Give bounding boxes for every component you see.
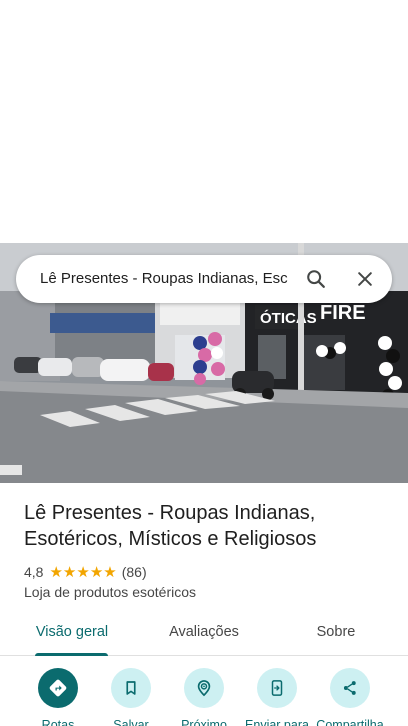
- star-icon: ★: [103, 563, 117, 581]
- save-label: Salvar: [113, 718, 149, 726]
- sign-fire: FIRE: [320, 302, 366, 324]
- place-category: Loja de produtos esotéricos: [24, 584, 196, 600]
- save-circle: [111, 668, 151, 708]
- rating-stars: ★ ★ ★ ★ ★: [49, 565, 116, 580]
- bookmark-icon: [126, 681, 136, 695]
- star-icon: ★: [76, 563, 90, 581]
- search-icon: [307, 270, 325, 288]
- action-buttons-row: Rotas Salvar Próximo Enviar para Compart…: [0, 668, 408, 726]
- nearby-label: Próximo: [181, 718, 227, 726]
- rating-value: 4,8: [24, 564, 44, 580]
- search-button[interactable]: [300, 263, 332, 295]
- send-to-phone-icon: [271, 680, 283, 696]
- tab-bar: Visão geral Avaliações Sobre: [0, 612, 408, 656]
- star-icon: ★: [62, 563, 77, 581]
- close-button[interactable]: [349, 263, 381, 295]
- send-to-phone-button[interactable]: Enviar para: [239, 668, 315, 726]
- star-icon: ★: [49, 563, 63, 581]
- directions-button[interactable]: Rotas: [20, 668, 96, 726]
- directions-icon: [49, 679, 67, 697]
- nearby-icon: [197, 680, 211, 697]
- tab-overview-label: Visão geral: [35, 624, 109, 640]
- share-circle: [330, 668, 370, 708]
- place-title-line-2: Esotéricos, Místicos e Religiosos: [24, 528, 317, 550]
- share-icon: [343, 681, 356, 695]
- search-bar[interactable]: Lê Presentes - Roupas Indianas, Esc: [16, 255, 392, 303]
- nearby-button[interactable]: Próximo: [166, 668, 242, 726]
- share-label: Compartilha: [316, 718, 384, 726]
- save-button[interactable]: Salvar: [93, 668, 169, 726]
- close-icon: [358, 272, 372, 286]
- active-tab-indicator: [35, 653, 108, 656]
- map-blank-area: [0, 0, 408, 243]
- directions-circle: [38, 668, 78, 708]
- place-title-line-1: Lê Presentes - Roupas Indianas,: [24, 502, 316, 524]
- review-count: (86): [121, 564, 147, 580]
- tab-about[interactable]: Sobre: [296, 612, 376, 655]
- share-button[interactable]: Compartilha: [312, 668, 388, 726]
- tab-reviews-label: Avaliações: [169, 624, 239, 640]
- directions-label: Rotas: [41, 718, 75, 726]
- tab-reviews[interactable]: Avaliações: [154, 612, 254, 655]
- search-input[interactable]: Lê Presentes - Roupas Indianas, Esc: [40, 255, 304, 303]
- tab-about-label: Sobre: [316, 624, 356, 640]
- rating-row[interactable]: 4,8 ★ ★ ★ ★ ★ (86): [24, 563, 147, 581]
- sign-oticas: ÓTICAS: [260, 309, 317, 327]
- tab-overview[interactable]: Visão geral: [24, 612, 120, 655]
- nearby-circle: [184, 668, 224, 708]
- place-title: Lê Presentes - Roupas Indianas, Esotéric…: [24, 500, 384, 552]
- send-to-phone-circle: [257, 668, 297, 708]
- star-icon: ★: [89, 563, 104, 581]
- send-to-phone-label: Enviar para: [245, 718, 309, 726]
